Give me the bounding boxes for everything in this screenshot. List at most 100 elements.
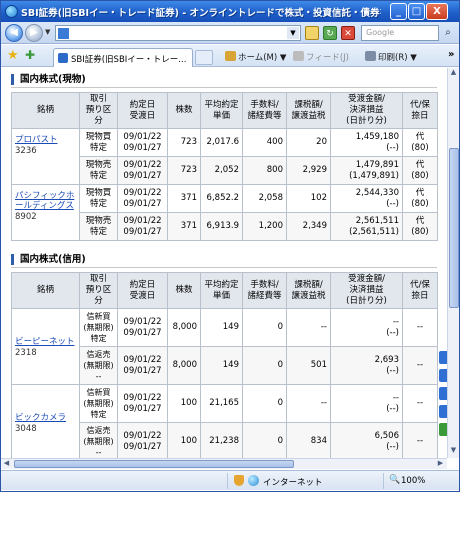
forward-button[interactable]: ▶ <box>25 24 43 42</box>
col-header-amount: 受渡金額/ 決済損益 (日計り分) <box>330 92 403 129</box>
term: (無期限) <box>83 399 114 408</box>
address-input[interactable]: ▼ <box>55 25 301 41</box>
fee: 0 <box>242 422 287 458</box>
zoom-icon[interactable]: 🔍 <box>389 475 400 485</box>
scroll-left-icon[interactable]: ◀ <box>1 459 12 469</box>
zoom-level[interactable]: 100% <box>401 476 425 486</box>
col-header-tax: 課税額/ 譲渡益税 <box>286 92 331 129</box>
sub-flag: -- <box>402 422 438 458</box>
side-widget-tab[interactable] <box>439 351 447 364</box>
amount: 2,544,330 <box>355 187 399 198</box>
stock-link-propast[interactable]: プロパスト <box>15 135 76 145</box>
add-favorite-icon[interactable]: ✚ <box>25 49 35 62</box>
profit-loss: (--) <box>386 403 399 414</box>
address-dropdown-icon[interactable]: ▼ <box>287 27 299 39</box>
col-header-fee: 手数料/ 諸経費等 <box>242 272 287 309</box>
home-button[interactable]: ホーム(M) ▼ <box>225 51 286 63</box>
favorites-star-icon[interactable]: ★ <box>7 49 19 62</box>
more-commands-icon[interactable]: » <box>448 49 454 60</box>
tab-sbi[interactable]: SBI証券(旧SBIイー・トレー... <box>53 48 193 67</box>
col-header-price: 平均約定 単価 <box>200 272 243 309</box>
amount: 1,479,891 <box>355 159 399 170</box>
col-header-stock-label: 銘柄 <box>36 105 54 115</box>
account-type: 特定 <box>89 198 107 209</box>
account-type: 特定 <box>90 410 107 419</box>
scroll-thumb[interactable] <box>449 148 459 308</box>
profit-loss: (2,561,511) <box>349 226 399 237</box>
trade-type: 信新買 <box>86 388 111 397</box>
vertical-scrollbar[interactable]: ▲ ▼ <box>447 68 459 458</box>
side-widget-tab[interactable] <box>439 387 447 400</box>
fee: 0 <box>242 308 287 347</box>
page-content: 国内株式(現物) 銘柄 取引 預り区分 約定日 受渡日 株数 平均約定 単価 手… <box>1 68 447 458</box>
divider <box>11 267 437 268</box>
table-row: ビックカメラ 3048 信新買 (無期限) 特定 09/01/22 09/01/27 … <box>11 384 438 458</box>
settle-date: 09/01/27 <box>123 441 162 452</box>
sub-flag: -- <box>402 308 438 347</box>
price: 6,852.2 <box>200 184 243 213</box>
sub-days: (80) <box>411 198 429 209</box>
col-header-qty: 株数 <box>167 272 201 309</box>
col-header-qty: 株数 <box>167 92 201 129</box>
stock-cell: ビックカメラ 3048 <box>11 384 80 458</box>
search-input[interactable]: Google <box>361 25 439 41</box>
scroll-thumb[interactable] <box>14 460 294 468</box>
tab-label: SBI証券(旧SBIイー・トレー... <box>71 55 187 65</box>
trade-type: 信新買 <box>86 312 111 321</box>
print-button[interactable]: 印刷(R) ▼ <box>365 51 417 63</box>
back-button[interactable]: ◀ <box>5 24 23 42</box>
settle-date: 09/01/27 <box>123 170 162 181</box>
print-icon <box>365 51 376 61</box>
side-widget-tab[interactable] <box>439 405 447 418</box>
close-button[interactable]: X <box>426 3 448 20</box>
col-header-account: 取引 預り区分 <box>79 92 118 129</box>
margin-section-title: 国内株式(信用) <box>11 254 86 265</box>
page-favicon-icon <box>58 28 69 39</box>
stock-link-biccamera[interactable]: ビックカメラ <box>15 413 76 423</box>
horizontal-scrollbar[interactable]: ◀ ▶ <box>1 458 447 469</box>
search-icon[interactable]: ⌕ <box>441 26 455 40</box>
new-tab-button[interactable] <box>195 50 213 65</box>
settle-date: 09/01/27 <box>123 226 162 237</box>
trade-date: 09/01/22 <box>123 392 162 403</box>
price: 6,913.9 <box>200 212 243 241</box>
side-widget-tab[interactable] <box>439 423 447 436</box>
side-widget-tab[interactable] <box>439 369 447 382</box>
stock-cell: パシフィックホールディングス 8902 <box>11 184 80 241</box>
maximize-button[interactable]: □ <box>408 3 425 20</box>
amount: -- <box>392 316 399 327</box>
settle-date: 09/01/27 <box>123 365 162 376</box>
price: 21,238 <box>200 422 243 458</box>
tax: 501 <box>286 346 331 385</box>
history-dropdown-icon[interactable]: ▼ <box>45 28 50 36</box>
trade-type: 信返売 <box>86 426 111 435</box>
security-zone-label: インターネット <box>263 478 323 488</box>
profit-loss: (--) <box>386 198 399 209</box>
scroll-right-icon[interactable]: ▶ <box>435 459 446 469</box>
col-header-sub: 代/保 捺日 <box>402 92 438 129</box>
lock-icon[interactable] <box>305 26 319 40</box>
price: 2,017.6 <box>200 128 243 157</box>
qty: 723 <box>167 128 201 157</box>
tax: -- <box>286 384 331 423</box>
tax: 2,349 <box>286 212 331 241</box>
trade-date: 09/01/22 <box>123 131 162 142</box>
feed-button[interactable]: フィード(J) <box>293 51 349 63</box>
price: 21,165 <box>200 384 243 423</box>
address-bar-row: ◀ ▶ ▼ ▼ ↻ ✕ Google ⌕ <box>1 22 459 44</box>
minimize-button[interactable]: _ <box>390 3 407 20</box>
scroll-up-icon[interactable]: ▲ <box>448 68 459 80</box>
stock-link-pacific[interactable]: パシフィックホールディングス <box>15 191 76 211</box>
protected-mode-icon <box>234 475 244 486</box>
stock-link-bbnet[interactable]: ビーピーネット <box>15 337 76 347</box>
home-icon <box>225 51 236 61</box>
refresh-icon[interactable]: ↻ <box>323 26 337 40</box>
stop-icon[interactable]: ✕ <box>341 26 355 40</box>
qty: 100 <box>167 384 201 423</box>
term: (無期限) <box>83 361 114 370</box>
scroll-down-icon[interactable]: ▼ <box>448 446 459 458</box>
ie-logo-icon <box>5 5 18 18</box>
tax: 102 <box>286 184 331 213</box>
fee: 400 <box>242 128 287 157</box>
price: 2,052 <box>200 156 243 185</box>
